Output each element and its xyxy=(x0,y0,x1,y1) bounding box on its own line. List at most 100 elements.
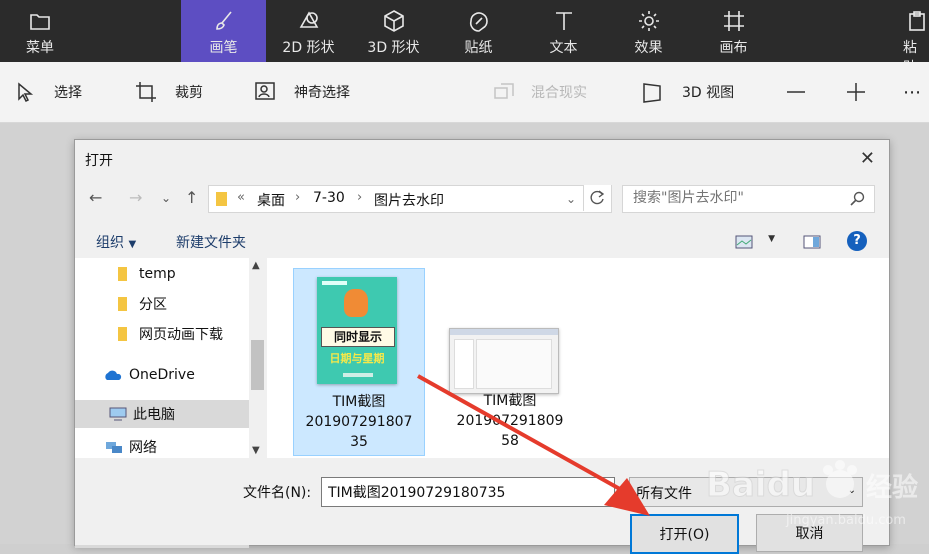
filename-field[interactable] xyxy=(321,477,615,507)
zoom-in-button[interactable] xyxy=(845,62,879,122)
thumb-subtitle: 日期与星期 xyxy=(329,352,385,365)
more-button[interactable]: ⋯ xyxy=(903,62,923,122)
up-icon[interactable]: ↑ xyxy=(185,188,198,207)
nav-item-this-pc[interactable]: 此电脑 xyxy=(75,400,249,428)
forward-icon[interactable]: → xyxy=(129,188,142,207)
tab-label: 画笔 xyxy=(209,40,238,56)
tab-brushes[interactable]: 画笔 xyxy=(181,0,266,62)
breadcrumb-current-folder[interactable]: 图片去水印 xyxy=(374,190,444,210)
close-icon[interactable]: ✕ xyxy=(860,148,875,169)
zoom-out-button[interactable] xyxy=(785,62,819,122)
nav-item-label: 分区 xyxy=(139,297,167,313)
mixed-reality-label: 混合现实 xyxy=(531,85,587,101)
crop-label: 裁剪 xyxy=(175,85,203,101)
view-options-button[interactable]: ▼ xyxy=(735,234,775,253)
tab-text[interactable]: 文本 xyxy=(521,0,606,62)
recent-chevron-icon[interactable]: ⌄ xyxy=(161,191,171,205)
magic-select-tool[interactable]: 神奇选择 xyxy=(254,62,350,122)
tool-row: 选择 裁剪 神奇选择 混合现实 3D 视图 ⋯ xyxy=(0,62,929,123)
thumb-footer-bar xyxy=(343,373,373,377)
address-dropdown-icon[interactable]: ⌄ xyxy=(566,192,576,206)
organize-button[interactable]: 组织 ▼ xyxy=(96,232,136,252)
nav-scrollbar[interactable]: ▲ ▼ xyxy=(249,258,266,458)
network-icon xyxy=(106,442,122,453)
organize-label: 组织 xyxy=(96,235,124,251)
nav-item-partition[interactable]: 分区 xyxy=(75,290,249,318)
open-dialog: 打开 ✕ ← → ⌄ ↑ « 桌面 › 7-30 › 图片去水印 ⌄ 组织 ▼ … xyxy=(74,139,890,554)
menu-button[interactable]: 菜单 xyxy=(14,0,66,62)
breadcrumb-desktop[interactable]: 桌面 xyxy=(257,190,285,210)
command-bar: 组织 ▼ 新建文件夹 ▼ ? xyxy=(75,226,889,256)
tab-label: 画布 xyxy=(719,40,748,56)
filetype-select[interactable]: 所有文件 ⌄ xyxy=(629,477,863,507)
folder-icon xyxy=(118,327,127,341)
scroll-down-icon[interactable]: ▼ xyxy=(252,445,260,456)
file-item[interactable]: 同时显示 日期与星期 TIM截图 201907291807 35 xyxy=(293,268,425,456)
filename-input[interactable] xyxy=(326,483,610,501)
nav-item-label: temp xyxy=(139,266,176,282)
dialog-title: 打开 xyxy=(85,153,113,169)
nav-item-web-animation[interactable]: 网页动画下载 xyxy=(75,320,249,348)
breadcrumb-7-30[interactable]: 7-30 xyxy=(313,190,345,206)
search-icon xyxy=(850,191,865,206)
cube-icon xyxy=(383,10,404,32)
refresh-button[interactable] xyxy=(583,185,611,211)
scroll-thumb[interactable] xyxy=(251,340,264,390)
scroll-up-icon[interactable]: ▲ xyxy=(252,260,260,271)
mixed-reality-tool: 混合现实 xyxy=(493,62,587,122)
file-name-line: 201907291807 xyxy=(305,414,413,430)
thumb-title: 同时显示 xyxy=(321,327,395,347)
breadcrumb-separator-icon: › xyxy=(357,190,363,205)
tab-canvas[interactable]: 画布 xyxy=(691,0,776,62)
open-button[interactable]: 打开(O) xyxy=(630,514,739,554)
tab-stickers[interactable]: 贴纸 xyxy=(436,0,521,62)
thumb-panel xyxy=(476,339,552,389)
back-icon[interactable]: ← xyxy=(89,188,102,207)
file-thumbnail: 同时显示 日期与星期 xyxy=(317,277,397,384)
dialog-footer: 文件名(N): 所有文件 ⌄ 打开(O) 取消 xyxy=(75,458,889,554)
folder-icon xyxy=(118,297,127,311)
tab-label: 文本 xyxy=(549,40,578,56)
new-folder-button[interactable]: 新建文件夹 xyxy=(176,232,246,252)
tab-3d-shapes[interactable]: 3D 形状 xyxy=(351,0,436,62)
search-box[interactable] xyxy=(622,185,875,213)
sun-icon xyxy=(638,11,659,31)
overflow-chevron-icon[interactable]: « xyxy=(237,190,245,205)
filename-label: 文件名(N): xyxy=(243,485,312,501)
file-name: TIM截图 201907291809 58 xyxy=(445,391,575,451)
nav-item-label: 此电脑 xyxy=(133,407,175,423)
folder-icon xyxy=(118,267,127,281)
nav-item-network[interactable]: 网络 xyxy=(75,433,249,461)
nav-item-onedrive[interactable]: OneDrive xyxy=(75,361,249,389)
computer-icon xyxy=(109,407,127,421)
cancel-button[interactable]: 取消 xyxy=(756,514,863,552)
minus-icon xyxy=(787,91,805,93)
file-name: TIM截图 201907291807 35 xyxy=(294,392,424,452)
file-item[interactable]: TIM截图 201907291809 58 xyxy=(445,268,575,454)
search-input[interactable] xyxy=(631,189,845,207)
help-icon[interactable]: ? xyxy=(847,231,867,251)
file-name-line: TIM截图 xyxy=(332,394,386,410)
tab-2d-shapes[interactable]: 2D 形状 xyxy=(266,0,351,62)
tab-effects[interactable]: 效果 xyxy=(606,0,691,62)
plus-icon xyxy=(847,83,865,101)
nav-item-temp[interactable]: temp xyxy=(75,260,249,288)
view-3d-tool[interactable]: 3D 视图 xyxy=(642,62,734,122)
tab-paste[interactable]: 粘贴 xyxy=(895,0,929,62)
more-icon: ⋯ xyxy=(903,81,923,103)
select-tool[interactable]: 选择 xyxy=(16,62,82,122)
cloud-icon xyxy=(105,370,122,380)
tab-label: 贴纸 xyxy=(464,40,493,56)
text-icon xyxy=(555,12,572,30)
thumb-titlebar xyxy=(450,329,558,335)
paste-icon xyxy=(909,11,925,31)
breadcrumb-separator-icon: › xyxy=(295,190,301,205)
tab-label: 3D 形状 xyxy=(367,40,420,56)
tab-label: 效果 xyxy=(634,40,663,56)
crop-tool[interactable]: 裁剪 xyxy=(135,62,203,122)
file-name-line: 201907291809 xyxy=(456,413,564,429)
nav-item-label: OneDrive xyxy=(129,367,195,383)
address-bar[interactable]: « 桌面 › 7-30 › 图片去水印 ⌄ xyxy=(208,185,612,213)
preview-pane-button[interactable] xyxy=(803,234,821,253)
file-thumbnail xyxy=(449,328,559,394)
